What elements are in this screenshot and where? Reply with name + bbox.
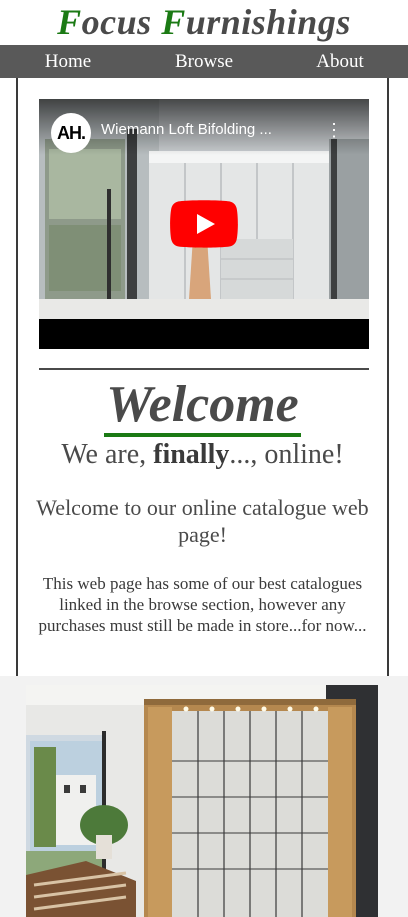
online-suffix: ..., online! xyxy=(229,439,344,470)
catalogue-description: This web page has some of our best catal… xyxy=(38,574,367,635)
more-options-icon[interactable]: ⋮ xyxy=(325,119,343,141)
nav-about-link[interactable]: About xyxy=(272,51,408,73)
youtube-play-icon[interactable] xyxy=(170,200,238,248)
welcome-heading: Welcome xyxy=(18,376,387,437)
embedded-video-player[interactable]: AH. Wiemann Loft Bifolding ... ⋮ xyxy=(39,99,369,349)
nav-home-link[interactable]: Home xyxy=(0,51,136,73)
online-announcement: We are, finally..., online! xyxy=(18,438,387,472)
brand-word-furnishings: urnishings xyxy=(185,2,351,42)
main-content: AH. Wiemann Loft Bifolding ... ⋮ Welcome… xyxy=(16,78,389,676)
section-divider xyxy=(39,368,369,370)
main-nav: Home Browse About xyxy=(0,45,408,78)
catalogue-intro: Welcome to our online catalogue web page… xyxy=(36,495,369,547)
online-emphasis: finally xyxy=(153,439,230,470)
video-title[interactable]: Wiemann Loft Bifolding ... xyxy=(101,121,321,138)
channel-avatar[interactable]: AH. xyxy=(51,113,91,153)
nav-browse-link[interactable]: Browse xyxy=(136,51,272,73)
online-prefix: We are, xyxy=(61,439,154,470)
brand-initial-f2: F xyxy=(161,2,186,42)
brand-word-focus: ocus xyxy=(81,2,162,42)
brand-initial-f1: F xyxy=(57,2,82,42)
site-logo: Focus Furnishings xyxy=(0,0,408,44)
wardrobe-photo xyxy=(26,685,378,917)
welcome-heading-text: Welcome xyxy=(104,376,301,437)
